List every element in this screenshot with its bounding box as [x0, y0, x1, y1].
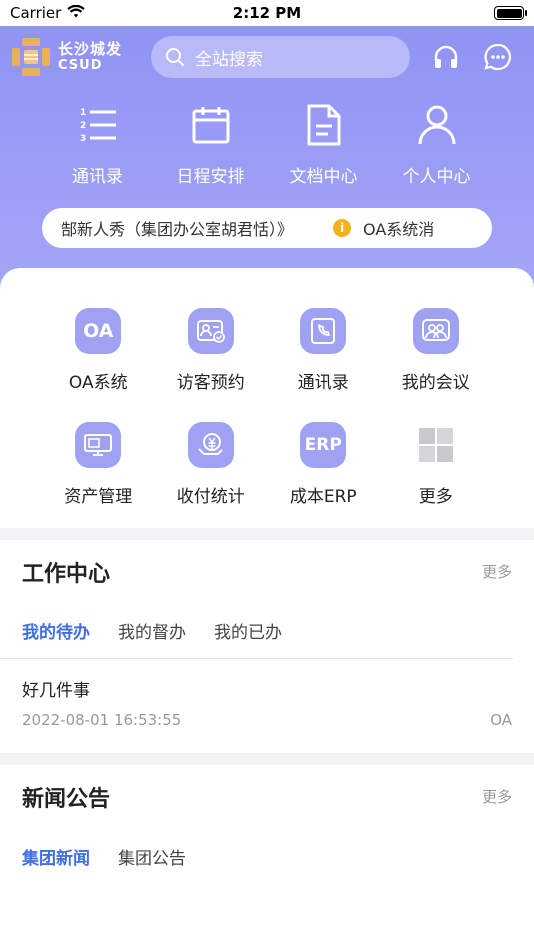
- document-icon: [302, 100, 346, 150]
- quick-nav-label: 日程安排: [176, 167, 245, 187]
- app-label: 通讯录: [297, 373, 349, 393]
- app-oa[interactable]: OA OA系统: [42, 308, 155, 422]
- app-visitor[interactable]: 访客预约: [155, 308, 268, 422]
- tab-my-done[interactable]: 我的已办: [214, 618, 282, 643]
- oa-icon: OA: [75, 308, 122, 354]
- search-icon: [165, 47, 185, 67]
- app-meeting[interactable]: 我的会议: [380, 308, 493, 422]
- logo-mark-icon: [10, 36, 52, 78]
- news-title: 新闻公告: [22, 787, 111, 812]
- chat-icon[interactable]: [483, 42, 513, 72]
- search-input[interactable]: 全站搜索: [151, 36, 410, 78]
- app-label: 资产管理: [64, 487, 133, 507]
- tab-group-notice[interactable]: 集团公告: [118, 844, 186, 869]
- notice-text: 郜新人秀（集团办公室胡君恬）》: [61, 220, 294, 239]
- quick-nav-documents[interactable]: 文档中心: [267, 100, 380, 190]
- contacts-list-icon: 1 2 3: [76, 100, 120, 150]
- app-label: 收付统计: [176, 487, 245, 507]
- app-label: 更多: [418, 487, 453, 507]
- section-divider: [0, 753, 534, 765]
- top-bar: 长沙城发 CSUD 全站搜索: [0, 26, 534, 88]
- battery-icon: [494, 6, 527, 20]
- task-source: OA: [490, 711, 512, 729]
- news-more-link[interactable]: 更多: [482, 786, 512, 807]
- app-payment[interactable]: 收付统计: [155, 422, 268, 536]
- svg-text:3: 3: [80, 134, 86, 144]
- task-time: 2022-08-01 16:53:55: [22, 711, 182, 729]
- app-more[interactable]: 更多: [380, 422, 493, 536]
- tab-my-todo[interactable]: 我的待办: [22, 618, 90, 643]
- search-placeholder: 全站搜索: [195, 49, 263, 70]
- monitor-asset-icon: [75, 422, 122, 468]
- quick-nav-label: 文档中心: [289, 167, 358, 187]
- tab-group-news[interactable]: 集团新闻: [22, 844, 90, 869]
- status-time: 2:12 PM: [232, 4, 302, 22]
- brand-logo: 长沙城发 CSUD: [10, 36, 122, 78]
- tab-my-supervise[interactable]: 我的督办: [118, 618, 186, 643]
- info-icon: i: [333, 219, 352, 237]
- svg-text:2: 2: [80, 121, 86, 131]
- section-divider: [0, 528, 534, 540]
- quick-nav-label: 个人中心: [402, 167, 471, 187]
- quick-nav-profile[interactable]: 个人中心: [380, 100, 493, 190]
- erp-icon: ERP: [300, 422, 347, 468]
- app-panel: OA OA系统 访客预约 通讯录 我的会议 资产管理 收付统计 ERP 成本ER…: [0, 268, 534, 528]
- tabs-underline: [0, 658, 513, 659]
- quick-nav: 1 2 3 通讯录 日程安排 文档中心 个人中心: [0, 100, 534, 190]
- meeting-icon: [412, 308, 459, 354]
- person-icon: [415, 100, 459, 150]
- logo-text-cn: 长沙城发: [58, 40, 123, 58]
- app-label: 我的会议: [401, 373, 470, 393]
- headset-icon[interactable]: [431, 42, 461, 72]
- status-bar: Carrier 2:12 PM: [0, 0, 534, 26]
- news-tabs: 集团新闻 集团公告: [22, 844, 186, 869]
- quick-nav-label: 通讯录: [72, 167, 123, 187]
- app-label: OA系统: [68, 373, 128, 393]
- phone-book-icon: [300, 308, 347, 354]
- grid-more-icon: [413, 422, 459, 468]
- quick-nav-schedule[interactable]: 日程安排: [154, 100, 267, 190]
- app-phonebook[interactable]: 通讯录: [267, 308, 380, 422]
- app-label: 成本ERP: [289, 487, 357, 507]
- app-label: 访客预约: [176, 373, 245, 393]
- app-grid: OA OA系统 访客预约 通讯录 我的会议 资产管理 收付统计 ERP 成本ER…: [42, 308, 492, 536]
- quick-nav-contacts[interactable]: 1 2 3 通讯录: [41, 100, 154, 190]
- notice-marquee[interactable]: 郜新人秀（集团办公室胡君恬）》 i OA系统消: [42, 208, 492, 248]
- work-center-tabs: 我的待办 我的督办 我的已办: [22, 618, 282, 643]
- payment-icon: [187, 422, 234, 468]
- app-assets[interactable]: 资产管理: [42, 422, 155, 536]
- notice-tag: OA系统消: [363, 220, 435, 239]
- work-center-more-link[interactable]: 更多: [482, 561, 512, 582]
- work-center-title: 工作中心: [22, 562, 111, 587]
- visitor-card-icon: [187, 308, 234, 354]
- svg-text:1: 1: [80, 108, 86, 118]
- task-title: 好几件事: [22, 681, 90, 701]
- app-erp[interactable]: ERP 成本ERP: [267, 422, 380, 536]
- calendar-icon: [189, 100, 233, 150]
- logo-text-en: CSUD: [58, 58, 103, 73]
